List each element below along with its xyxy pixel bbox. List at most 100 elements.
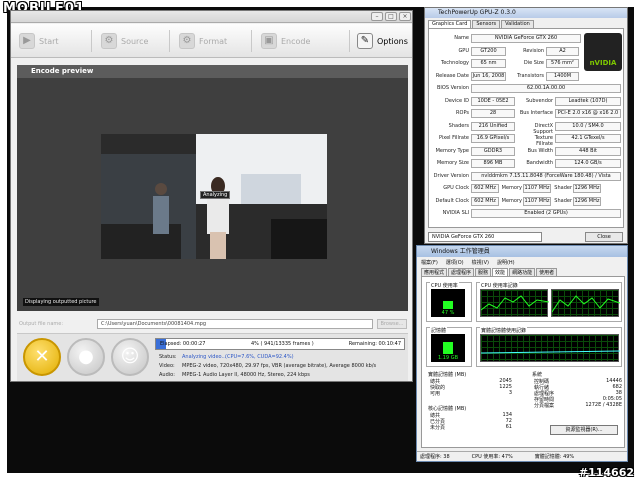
audio-info: MPEG-1 Audio Layer II, 48000 Hz, Stereo,… <box>182 372 310 378</box>
minimize-button[interactable]: – <box>371 12 383 21</box>
gpuz-field-label: Default Clock <box>435 197 469 204</box>
process-count: 處理程序: 38 <box>420 454 450 460</box>
gpuz-field-label: Shader <box>554 185 572 191</box>
cpu-meter-fill <box>443 300 453 309</box>
source-button[interactable]: ⚙ Source <box>95 28 154 54</box>
task-manager-menu: 檔案(F) 選項(O) 檢視(V) 說明(H) <box>421 259 515 266</box>
cpu-history-box: CPU 使用率記錄 <box>476 282 622 322</box>
gpuz-field-value: 65 nm <box>471 59 506 68</box>
gpuz-field-label: NVIDIA SLI <box>442 210 469 216</box>
resource-monitor-button[interactable]: 資源監視器(R)... <box>550 425 618 435</box>
cpu-usage-box: CPU 使用率 47 % <box>426 282 472 322</box>
memory-history-box: 實體記憶體使用記錄 <box>476 327 622 367</box>
memory-meter-fill <box>443 342 453 354</box>
gpuz-field-value: 28 <box>471 109 515 118</box>
output-filename-field[interactable]: C:\Users\yuan\Documents\00081404.mpg <box>97 319 373 329</box>
pause-icon: ● <box>78 346 94 367</box>
browse-button[interactable]: Browse... <box>377 319 407 329</box>
output-row: Output file name: C:\Users\yuan\Document… <box>17 317 408 331</box>
gpuz-field-value: 602 MHz <box>471 196 499 206</box>
gpuz-field-value: 1296 MHz <box>573 184 601 193</box>
gpuz-field-value: Enabled (2 GPUs) <box>471 209 621 218</box>
gpu-select-dropdown[interactable]: NVIDIA GeForce GTX 260 <box>428 232 542 242</box>
gpuz-field-label: Subvendor <box>525 97 553 104</box>
encode-preview-area: Analyzing Displaying outputted picture <box>17 78 408 311</box>
gpuz-row: Memory Size 896 MB Bandwidth 124.0 GB/s <box>429 158 625 169</box>
gpuz-field-label: GPU Clock <box>443 185 469 191</box>
gpuz-field-value: PCI-E 2.0 x16 @ x16 2.0 <box>555 109 621 118</box>
task-manager-window: Windows 工作管理員 檔案(F) 選項(O) 檢視(V) 說明(H) 應用程式處… <box>416 245 628 462</box>
gpuz-row: Default Clock 602 MHz Memory 1107 MHz Shader… <box>429 196 625 207</box>
gpuz-row: Release Date Jun 16, 2008 Transistors 1400M <box>429 71 625 82</box>
stat-label: 分頁檔案 <box>534 403 555 409</box>
gpuz-field-value: 16.9 GPixel/s <box>471 134 515 143</box>
gpuz-field-value: 10.0 / SM4.0 <box>555 121 621 131</box>
gpuz-field-value: GT200 <box>471 46 506 56</box>
watermark-id: #114662 <box>578 466 634 479</box>
gpuz-row: Memory Type GDDR3 Bus Width 448 Bit <box>429 146 625 157</box>
gpuz-titlebar[interactable]: TechPowerUp GPU-Z 0.3.0 <box>425 8 627 18</box>
gpuz-field-value: 42.1 GTexel/s <box>555 134 621 143</box>
encode-button[interactable]: ▣ Encode <box>255 28 316 54</box>
gpuz-field-value: 1400M <box>546 71 579 81</box>
gpuz-field-label: Release Date <box>435 72 469 79</box>
memory-box: 記憶體 1.19 GB <box>426 327 472 367</box>
gpuz-field-label: GPU <box>458 47 469 54</box>
encoder-titlebar[interactable]: – □ × <box>11 11 412 23</box>
usage-text: (CPU=7.6%, CUDA=92.4%) <box>225 354 294 360</box>
gpuz-field-value: 124.0 GB/s <box>555 159 621 168</box>
video-label: Video: <box>159 363 175 369</box>
gpuz-field-label: Bandwidth <box>526 160 553 166</box>
menu-item[interactable]: 說明(H) <box>497 259 515 266</box>
format-button[interactable]: ⚙ Format <box>173 28 233 54</box>
encoder-toolbar: ▶ Start ⚙ Source ⚙ Format ▣ Encode ✎ Options <box>11 24 412 58</box>
gpuz-row: Pixel Fillrate 16.9 GPixel/s Texture Fillr… <box>429 133 625 147</box>
audio-label: Audio: <box>159 372 175 378</box>
gpuz-row: GPU Clock 602 MHz Memory 1107 MHz Shader 1296… <box>429 183 625 194</box>
task-manager-titlebar[interactable]: Windows 工作管理員 <box>417 246 627 257</box>
pause-button[interactable]: ● <box>67 338 105 376</box>
cpu-usage-status: CPU 使用率: 47% <box>471 454 513 460</box>
gear-icon: ⚙ <box>101 33 117 49</box>
cpu-history-graph-2 <box>551 289 621 317</box>
gpuz-row: Shaders 216 Unified DirectX Support 10.0 / … <box>429 121 625 135</box>
encode-icon: ▣ <box>261 33 277 49</box>
status-text: Analyzing video... <box>182 354 227 360</box>
memory-status: 實體記憶體: 49% <box>534 454 575 460</box>
gpuz-row: GPU GT200 Revision A2 <box>429 46 625 57</box>
maximize-button[interactable]: □ <box>385 12 397 21</box>
stat-value: 1272E / 4328E <box>585 402 622 408</box>
gpuz-tabs: Graphics Card Sensors Validation <box>428 20 534 28</box>
toolbar-divider <box>169 30 170 52</box>
gpuz-tab[interactable]: Graphics Card <box>428 20 472 28</box>
menu-item[interactable]: 檢視(V) <box>472 259 489 266</box>
memory-history-graph <box>480 334 621 362</box>
gpuz-field-label: Revision <box>523 47 544 54</box>
user-button[interactable]: ☺ <box>111 338 149 376</box>
gpuz-field-label: Driver Version <box>433 172 469 179</box>
gpuz-field-value: 602 MHz <box>471 184 499 193</box>
close-button[interactable]: × <box>399 12 411 21</box>
gpuz-row: Driver Version nvlddmkm 7.15.11.8048 (For… <box>429 171 625 182</box>
menu-item[interactable]: 檔案(F) <box>421 259 438 266</box>
gpuz-field-label: ROPs <box>456 110 469 116</box>
cpu-history-graph-1 <box>480 289 550 317</box>
options-button[interactable]: ✎ Options <box>351 28 414 54</box>
gpuz-field-value: Leadtek (107D) <box>555 96 621 106</box>
gpuz-close-button[interactable]: Close <box>585 232 623 242</box>
cancel-encode-button[interactable]: ✕ <box>23 338 61 376</box>
frame-count: 4% ( 941/13335 frames ) <box>251 341 314 347</box>
wrench-icon: ✎ <box>357 33 373 49</box>
menu-item[interactable]: 選項(O) <box>446 259 464 266</box>
memory-label: 記憶體 <box>430 327 448 334</box>
cpu-usage-value: 47 % <box>441 310 455 316</box>
gpuz-row: Name NVIDIA GeForce GTX 260 <box>429 33 625 44</box>
start-button[interactable]: ▶ Start <box>13 28 65 54</box>
gpuz-field-label: Memory <box>501 197 522 204</box>
gpuz-tab[interactable]: Sensors <box>472 20 501 28</box>
gpuz-field-label: Transistors <box>517 72 544 79</box>
gpuz-field-label: Bus Width <box>527 147 553 154</box>
gpuz-field-value: 1296 MHz <box>573 196 601 206</box>
gpuz-tab[interactable]: Validation <box>501 20 534 28</box>
gpuz-field-label: Memory Type <box>435 147 469 154</box>
